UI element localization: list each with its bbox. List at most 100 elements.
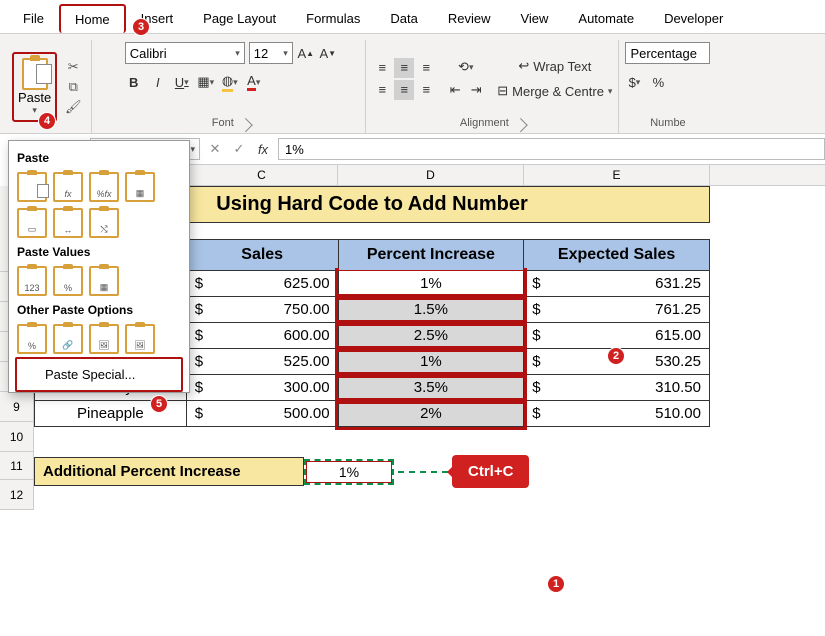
font-size-select[interactable]: 12 ▾	[249, 42, 293, 64]
step-badge-1: 1	[547, 575, 565, 593]
paste-picture-icon[interactable]: 🖼	[89, 324, 119, 354]
shortcut-callout: Ctrl+C	[452, 455, 529, 488]
cell-expected[interactable]: $310.50	[524, 375, 710, 401]
header-expected[interactable]: Expected Sales	[524, 240, 710, 271]
paste-transpose-icon[interactable]: ⤭	[89, 208, 119, 238]
col-header[interactable]: E	[524, 165, 710, 185]
col-header[interactable]: C	[186, 165, 338, 185]
cell-sales[interactable]: $600.00	[186, 323, 338, 349]
formula-input[interactable]: 1%	[278, 138, 825, 160]
paste-values-header: Paste Values	[15, 241, 183, 263]
tab-file[interactable]: File	[8, 4, 59, 33]
col-header[interactable]: D	[338, 165, 524, 185]
paste-section-header: Paste	[15, 147, 183, 169]
orientation-icon[interactable]: ⟲▾	[446, 57, 485, 77]
chevron-down-icon[interactable]: ▾	[32, 105, 37, 116]
align-right-icon[interactable]: ≡	[416, 80, 436, 100]
tab-home[interactable]: Home	[59, 4, 126, 33]
tab-page-layout[interactable]: Page Layout	[188, 4, 291, 33]
paste-no-borders-icon[interactable]: ▭	[17, 208, 47, 238]
tab-formulas[interactable]: Formulas	[291, 4, 375, 33]
cell-sales[interactable]: $300.00	[186, 375, 338, 401]
cell-sales[interactable]: $525.00	[186, 349, 338, 375]
format-painter-icon[interactable]: 🖌	[65, 99, 81, 115]
merge-icon: ⊟	[497, 83, 508, 99]
align-center-icon[interactable]: ≡	[394, 80, 414, 100]
paste-dropdown: Paste fx %fx ▦ ▭ ↔ ⤭ Paste Values 123 % …	[8, 140, 190, 393]
row-header[interactable]: 12	[0, 480, 33, 510]
cell-expected[interactable]: $615.00	[524, 323, 710, 349]
decrease-indent-icon[interactable]: ⇤	[446, 80, 464, 100]
paste-special-menu-item[interactable]: Paste Special...	[15, 357, 183, 392]
accounting-format-button[interactable]: $▾	[625, 72, 643, 92]
cell-percent[interactable]: 1%	[338, 271, 524, 297]
decrease-font-icon[interactable]: A▼	[319, 43, 337, 63]
percent-format-button[interactable]: %	[649, 72, 667, 92]
paste-values-source-icon[interactable]: ▦	[89, 266, 119, 296]
enter-icon[interactable]: ✓	[230, 139, 248, 159]
tab-developer[interactable]: Developer	[649, 4, 738, 33]
cell-sales[interactable]: $625.00	[186, 271, 338, 297]
ribbon-tabs: File Home Insert Page Layout Formulas Da…	[0, 0, 825, 34]
paste-values-icon[interactable]: 123	[17, 266, 47, 296]
cell-percent[interactable]: 1.5%	[338, 297, 524, 323]
copied-cell[interactable]: 1%	[304, 459, 394, 485]
font-name-select[interactable]: Calibri ▾	[125, 42, 245, 64]
tab-view[interactable]: View	[505, 4, 563, 33]
copy-icon[interactable]: ⧉	[65, 79, 81, 95]
wrap-text-button[interactable]: ↩ Wrap Text	[497, 56, 612, 76]
number-format-select[interactable]: Percentage	[625, 42, 710, 64]
borders-button[interactable]: ▦ ▾	[197, 72, 215, 92]
font-color-button[interactable]: A▾	[245, 72, 263, 92]
row-header[interactable]: 11	[0, 452, 33, 480]
paste-keep-source-icon[interactable]: ▦	[125, 172, 155, 202]
tab-automate[interactable]: Automate	[563, 4, 649, 33]
paste-values-number-icon[interactable]: %	[53, 266, 83, 296]
chevron-down-icon: ▾	[283, 48, 288, 59]
paste-formatting-icon[interactable]: %	[17, 324, 47, 354]
group-label-number: Numbe	[650, 117, 685, 129]
table-row: Pineapple$500.002%$510.00	[35, 401, 710, 427]
cell-sales[interactable]: $750.00	[186, 297, 338, 323]
tab-review[interactable]: Review	[433, 4, 506, 33]
paste-keep-width-icon[interactable]: ↔	[53, 208, 83, 238]
bold-button[interactable]: B	[125, 72, 143, 92]
dialog-launcher-icon[interactable]	[238, 118, 252, 132]
header-percent[interactable]: Percent Increase	[338, 240, 524, 271]
align-left-icon[interactable]: ≡	[372, 80, 392, 100]
row-header[interactable]: 9	[0, 392, 33, 422]
step-badge-5: 5	[150, 395, 168, 413]
align-middle-icon[interactable]: ≡	[394, 58, 414, 78]
cut-icon[interactable]: ✂	[65, 59, 81, 75]
italic-button[interactable]: I	[149, 72, 167, 92]
cell-percent[interactable]: 2%	[338, 401, 524, 427]
cell-sales[interactable]: $500.00	[186, 401, 338, 427]
additional-percent-label[interactable]: Additional Percent Increase	[34, 457, 304, 486]
cell-percent[interactable]: 3.5%	[338, 375, 524, 401]
cell-expected[interactable]: $761.25	[524, 297, 710, 323]
paste-button[interactable]: Paste ▾	[12, 52, 57, 122]
cell-expected[interactable]: $510.00	[524, 401, 710, 427]
cancel-icon[interactable]: ✕	[206, 139, 224, 159]
increase-font-icon[interactable]: A▲	[297, 43, 315, 63]
dialog-launcher-icon[interactable]	[513, 118, 527, 132]
paste-linked-picture-icon[interactable]: 🖼	[125, 324, 155, 354]
fill-color-button[interactable]: ◍▾	[221, 72, 239, 92]
underline-button[interactable]: U ▾	[173, 72, 191, 92]
header-sales[interactable]: Sales	[186, 240, 338, 271]
cell-percent[interactable]: 2.5%	[338, 323, 524, 349]
paste-link-icon[interactable]: 🔗	[53, 324, 83, 354]
merge-centre-button[interactable]: ⊟ Merge & Centre ▾	[497, 81, 612, 101]
row-header[interactable]: 10	[0, 422, 33, 452]
cell-percent[interactable]: 1%	[338, 349, 524, 375]
formula-bar: ▾ ✕ ✓ fx 1%	[90, 138, 825, 160]
paste-formulas-number-icon[interactable]: %fx	[89, 172, 119, 202]
paste-formulas-icon[interactable]: fx	[53, 172, 83, 202]
align-top-icon[interactable]: ≡	[372, 58, 392, 78]
tab-data[interactable]: Data	[375, 4, 432, 33]
cell-expected[interactable]: $631.25	[524, 271, 710, 297]
paste-all-icon[interactable]	[17, 172, 47, 202]
fx-icon[interactable]: fx	[254, 139, 272, 159]
increase-indent-icon[interactable]: ⇥	[467, 80, 485, 100]
align-bottom-icon[interactable]: ≡	[416, 58, 436, 78]
